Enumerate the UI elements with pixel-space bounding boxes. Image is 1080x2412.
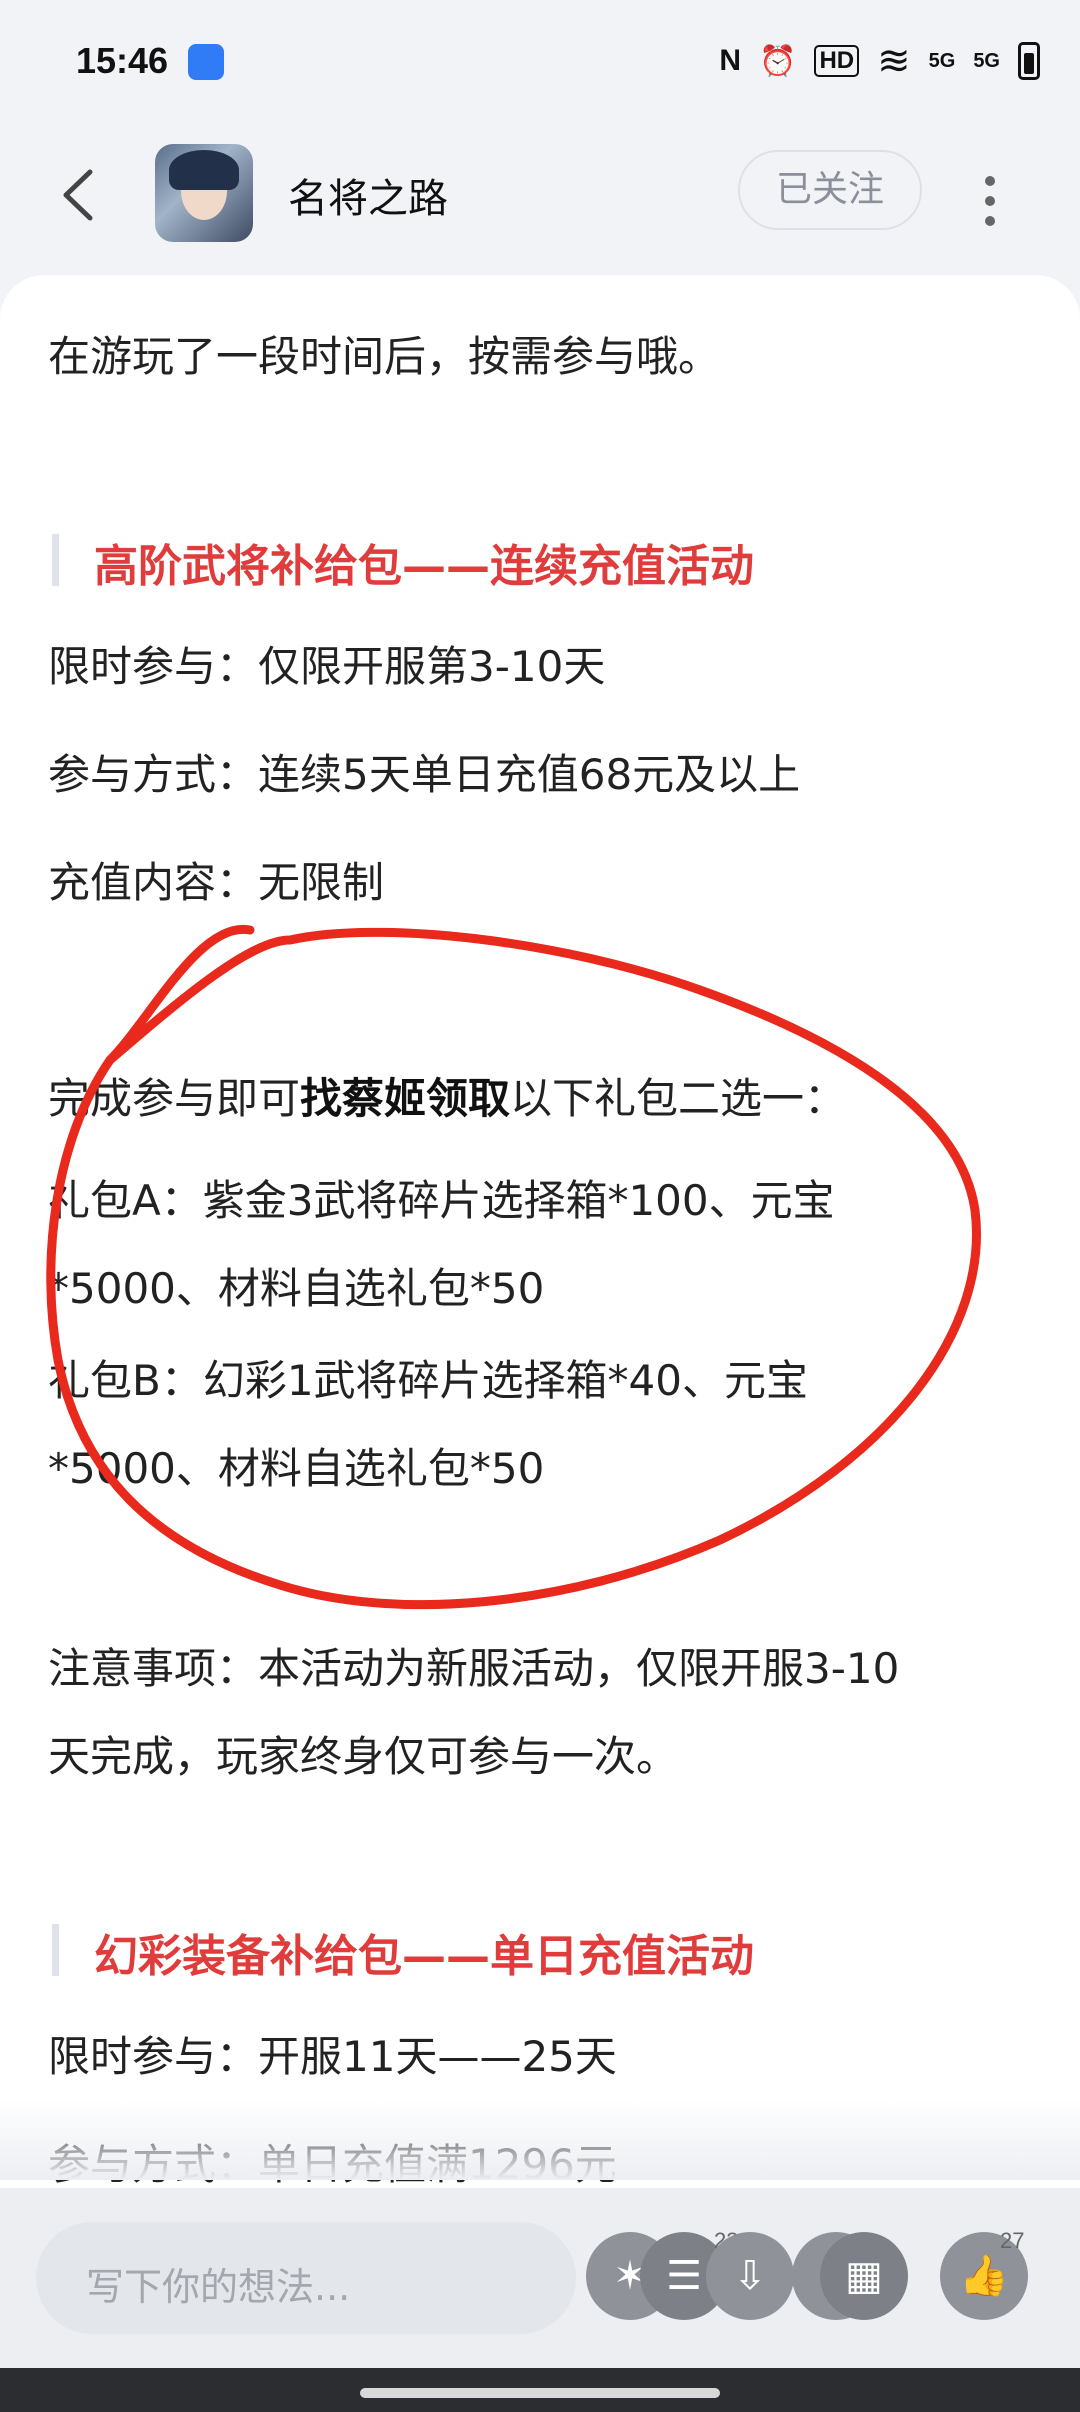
status-bar: 15:46 N ⏰ HD ≋ 5G 5G — [0, 0, 1080, 130]
claim-bold: 找蔡姬领取 — [300, 1074, 511, 1123]
status-time: 15:46 — [76, 40, 169, 81]
page-title[interactable]: 名将之路 — [288, 166, 448, 224]
pack-a-line1: 礼包A：紫金3武将碎片选择箱*100、元宝 — [48, 1176, 835, 1225]
alarm-icon: ⏰ — [759, 44, 797, 78]
hd-icon: HD — [814, 45, 860, 77]
claim-line: 完成参与即可找蔡姬领取以下礼包二选一： — [48, 1065, 846, 1126]
followed-button[interactable]: 已关注 — [738, 150, 922, 230]
battery-icon — [1018, 42, 1040, 80]
like-count: 27 — [1000, 2228, 1025, 2253]
claim-suffix: 以下礼包二选一： — [510, 1074, 847, 1123]
home-indicator[interactable] — [360, 2388, 720, 2398]
game-avatar[interactable] — [155, 144, 253, 242]
pack-a-line2: *5000、材料自选礼包*50 — [48, 1264, 545, 1313]
security-shield-icon — [188, 44, 224, 80]
download-icon[interactable]: ⇩ — [706, 2232, 794, 2320]
notice-line2: 天完成，玩家终身仅可参与一次。 — [48, 1732, 679, 1781]
intro-line: 在游玩了一段时间后，按需参与哦。 — [48, 332, 721, 381]
more-options-icon[interactable] — [972, 170, 1008, 230]
section1-line3: 充值内容：无限制 — [48, 858, 385, 907]
comment-input[interactable]: 写下你的想法... — [36, 2222, 576, 2334]
bottom-fade — [0, 2100, 1080, 2180]
wifi-icon: ≋ — [877, 39, 911, 83]
section2-line1: 限时参与：开服11天——25天 — [48, 2032, 617, 2081]
top-header: 名将之路 已关注 — [0, 130, 1080, 260]
nfc-icon: N — [719, 44, 742, 77]
section1-line1: 限时参与：仅限开服第3-10天 — [48, 642, 606, 691]
bottom-action-bar: 写下你的想法... ✶ ☰ 23 ⇩ ☆ 1 ▦ 👍 27 — [0, 2188, 1080, 2368]
claim-prefix: 完成参与即可 — [48, 1074, 301, 1123]
pack-b-line2: *5000、材料自选礼包*50 — [48, 1444, 545, 1493]
article-card: 在游玩了一段时间后，按需参与哦。 高阶武将补给包——连续充值活动 限时参与：仅限… — [0, 275, 1080, 2275]
signal-icon-2: 5G — [973, 49, 1000, 72]
comment-input-placeholder: 写下你的想法... — [86, 2265, 351, 2309]
section1-line2: 参与方式：连续5天单日充值68元及以上 — [48, 750, 801, 799]
back-arrow-icon[interactable] — [50, 160, 110, 230]
status-icons: N ⏰ HD ≋ 5G 5G — [719, 38, 1040, 84]
grid-icon[interactable]: ▦ — [820, 2232, 908, 2320]
notice-line1: 注意事项：本活动为新服活动，仅限开服3-10 — [48, 1644, 900, 1693]
system-nav-bar — [0, 2368, 1080, 2412]
signal-icon: 5G — [928, 49, 956, 72]
section2-heading: 幻彩装备补给包——单日充值活动 — [48, 1920, 754, 1984]
section1-heading: 高阶武将补给包——连续充值活动 — [48, 530, 754, 594]
pack-b-line1: 礼包B：幻彩1武将碎片选择箱*40、元宝 — [48, 1356, 808, 1405]
